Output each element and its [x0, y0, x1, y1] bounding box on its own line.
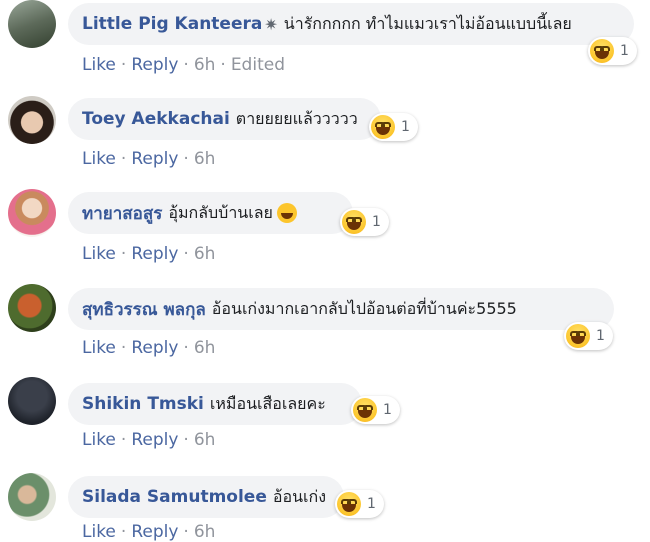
- reply-link[interactable]: Reply: [131, 55, 178, 75]
- reply-link[interactable]: Reply: [131, 430, 178, 450]
- laughing-emoji-icon: [276, 203, 297, 223]
- comment-actions: Like · Reply · 6h: [82, 430, 216, 450]
- comment: Silada Samutmolee อ้อนเก่ง 1 Like · Reply ·…: [0, 470, 650, 542]
- comment-text: เหมือนเสือเลยคะ: [209, 393, 326, 413]
- reaction-count: 1: [620, 43, 629, 59]
- reaction-count: 1: [383, 402, 392, 418]
- haha-reaction-icon: [337, 492, 361, 516]
- haha-reaction-icon: [342, 210, 366, 234]
- comment-bubble: สุทธิวรรณ พลกุล อ้อนเก่งมากเอากลับไปอ้อน…: [68, 288, 614, 330]
- reaction-summary[interactable]: 1: [335, 490, 384, 518]
- timestamp[interactable]: 6h: [194, 149, 216, 169]
- commenter-name[interactable]: สุทธิวรรณ พลกุล: [82, 296, 206, 323]
- comment: Little Pig Kanteera ✷ น่ารักกกกก ทำไมแมว…: [0, 0, 650, 90]
- timestamp[interactable]: 6h: [194, 338, 216, 358]
- commenter-name[interactable]: ทายาสอสูร: [82, 200, 162, 227]
- comment-actions: Like · Reply · 6h: [82, 338, 216, 358]
- haha-reaction-icon: [353, 398, 377, 422]
- avatar[interactable]: [8, 284, 56, 332]
- reply-link[interactable]: Reply: [131, 338, 178, 358]
- like-link[interactable]: Like: [82, 430, 116, 450]
- comment-text: อ้อนเก่งมากเอากลับไปอ้อนต่อที่บ้านค่ะ555…: [211, 298, 517, 318]
- timestamp[interactable]: 6h: [194, 55, 216, 75]
- like-link[interactable]: Like: [82, 55, 116, 75]
- haha-reaction-icon: [590, 39, 614, 63]
- comment-bubble: Silada Samutmolee อ้อนเก่ง: [68, 476, 344, 518]
- avatar[interactable]: [8, 0, 56, 48]
- comment-actions: Like · Reply · 6h · Edited: [82, 55, 285, 75]
- comment: สุทธิวรรณ พลกุล อ้อนเก่งมากเอากลับไปอ้อน…: [0, 282, 650, 372]
- reply-link[interactable]: Reply: [131, 149, 178, 169]
- reply-link[interactable]: Reply: [131, 244, 178, 264]
- reply-link[interactable]: Reply: [131, 522, 178, 542]
- like-link[interactable]: Like: [82, 149, 116, 169]
- comment: Toey Aekkachai ตายยยยแล้ววววว 1 Like · Rep…: [0, 93, 650, 183]
- commenter-name[interactable]: Shikin Tmski: [82, 394, 204, 414]
- comment-actions: Like · Reply · 6h: [82, 522, 216, 542]
- comment-bubble: Little Pig Kanteera ✷ น่ารักกกกก ทำไมแมว…: [68, 3, 634, 45]
- reaction-count: 1: [596, 328, 605, 344]
- comment-actions: Like · Reply · 6h: [82, 149, 216, 169]
- comment-text: อ้อนเก่ง: [272, 486, 326, 506]
- reaction-count: 1: [372, 214, 381, 230]
- like-link[interactable]: Like: [82, 244, 116, 264]
- commenter-name[interactable]: Little Pig Kanteera: [82, 14, 262, 34]
- avatar[interactable]: [8, 377, 56, 425]
- reaction-count: 1: [401, 119, 410, 135]
- edited-label[interactable]: Edited: [231, 55, 285, 75]
- comment-bubble: ทายาสอสูร อุ้มกลับบ้านเลย: [68, 192, 353, 234]
- commenter-name[interactable]: Toey Aekkachai: [82, 109, 230, 129]
- reaction-count: 1: [367, 496, 376, 512]
- haha-reaction-icon: [371, 115, 395, 139]
- comment-text: น่ารักกกกก ทำไมแมวเราไม่อ้อนแบบนี้เลย: [283, 13, 572, 33]
- comment: ทายาสอสูร อุ้มกลับบ้านเลย 1 Like · Reply · 6…: [0, 187, 650, 277]
- reaction-summary[interactable]: 1: [588, 37, 637, 65]
- comment-text: ตายยยยแล้ววววว: [235, 108, 358, 128]
- comment-actions: Like · Reply · 6h: [82, 244, 216, 264]
- comment: Shikin Tmski เหมือนเสือเลยคะ 1 Like · Repl…: [0, 375, 650, 465]
- commenter-name[interactable]: Silada Samutmolee: [82, 487, 267, 507]
- like-link[interactable]: Like: [82, 338, 116, 358]
- haha-reaction-icon: [566, 324, 590, 348]
- avatar[interactable]: [8, 96, 56, 144]
- avatar[interactable]: [8, 189, 56, 237]
- reaction-summary[interactable]: 1: [564, 322, 613, 350]
- top-fan-badge-icon: ✷: [264, 14, 278, 34]
- comment-text: อุ้มกลับบ้านเลย: [168, 202, 273, 222]
- comment-bubble: Shikin Tmski เหมือนเสือเลยคะ: [68, 383, 362, 425]
- timestamp[interactable]: 6h: [194, 244, 216, 264]
- timestamp[interactable]: 6h: [194, 430, 216, 450]
- reaction-summary[interactable]: 1: [340, 208, 389, 236]
- comment-bubble: Toey Aekkachai ตายยยยแล้ววววว: [68, 98, 381, 140]
- avatar[interactable]: [8, 473, 56, 521]
- reaction-summary[interactable]: 1: [369, 113, 418, 141]
- timestamp[interactable]: 6h: [194, 522, 216, 542]
- like-link[interactable]: Like: [82, 522, 116, 542]
- reaction-summary[interactable]: 1: [351, 396, 400, 424]
